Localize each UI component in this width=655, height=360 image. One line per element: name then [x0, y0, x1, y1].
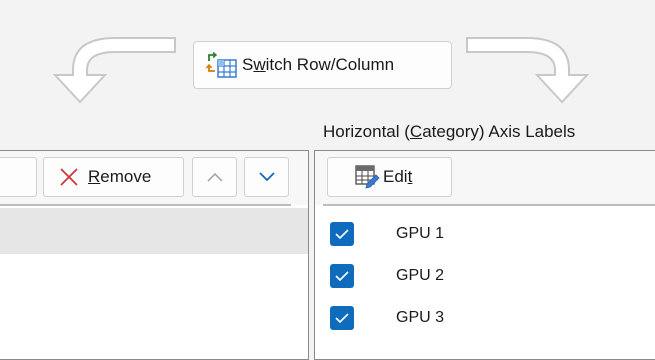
- switch-row-column-icon: [206, 51, 237, 78]
- category-label: GPU 3: [396, 309, 445, 326]
- category-toolbar: Edit: [315, 151, 655, 205]
- category-list: GPU 1 GPU 2 GPU 3: [315, 213, 655, 339]
- edit-label: Edit: [383, 167, 413, 186]
- category-label: GPU 1: [396, 225, 445, 242]
- edit-table-icon: [355, 165, 380, 189]
- list-item[interactable]: GPU 1: [315, 213, 655, 255]
- chevron-up-icon: [206, 172, 223, 182]
- remove-series-button[interactable]: Remove: [43, 157, 184, 197]
- list-item[interactable]: GPU 3: [315, 297, 655, 339]
- checkmark-icon: [335, 229, 349, 239]
- switch-row-column-button[interactable]: Switch Row/Column: [193, 41, 452, 89]
- series-toolbar: Remove: [0, 151, 308, 205]
- series-row-selected[interactable]: [0, 208, 308, 254]
- series-panel: Remove: [0, 150, 309, 360]
- checkbox-checked[interactable]: [330, 222, 354, 246]
- move-up-button[interactable]: [192, 157, 237, 197]
- move-down-button[interactable]: [244, 157, 289, 197]
- checkbox-checked[interactable]: [330, 264, 354, 288]
- checkmark-icon: [335, 271, 349, 281]
- category-divider: [323, 204, 655, 206]
- remove-label: Remove: [88, 167, 152, 186]
- checkmark-icon: [335, 313, 349, 323]
- remove-x-icon: [60, 168, 78, 186]
- checkbox-checked[interactable]: [330, 306, 354, 330]
- series-divider: [0, 204, 291, 206]
- edit-category-button[interactable]: Edit: [327, 157, 452, 197]
- curve-arrow-left-icon: [52, 37, 176, 104]
- list-item[interactable]: GPU 2: [315, 255, 655, 297]
- chevron-down-icon: [258, 172, 275, 182]
- curve-arrow-right-icon: [466, 37, 590, 104]
- switch-row-column-label: Switch Row/Column: [242, 55, 395, 74]
- category-label: GPU 2: [396, 267, 445, 284]
- series-edit-button[interactable]: [0, 157, 37, 197]
- horizontal-axis-labels-title: Horizontal (Category) Axis Labels: [323, 122, 576, 141]
- category-panel: Edit GPU 1 GPU 2 GPU 3: [314, 150, 655, 360]
